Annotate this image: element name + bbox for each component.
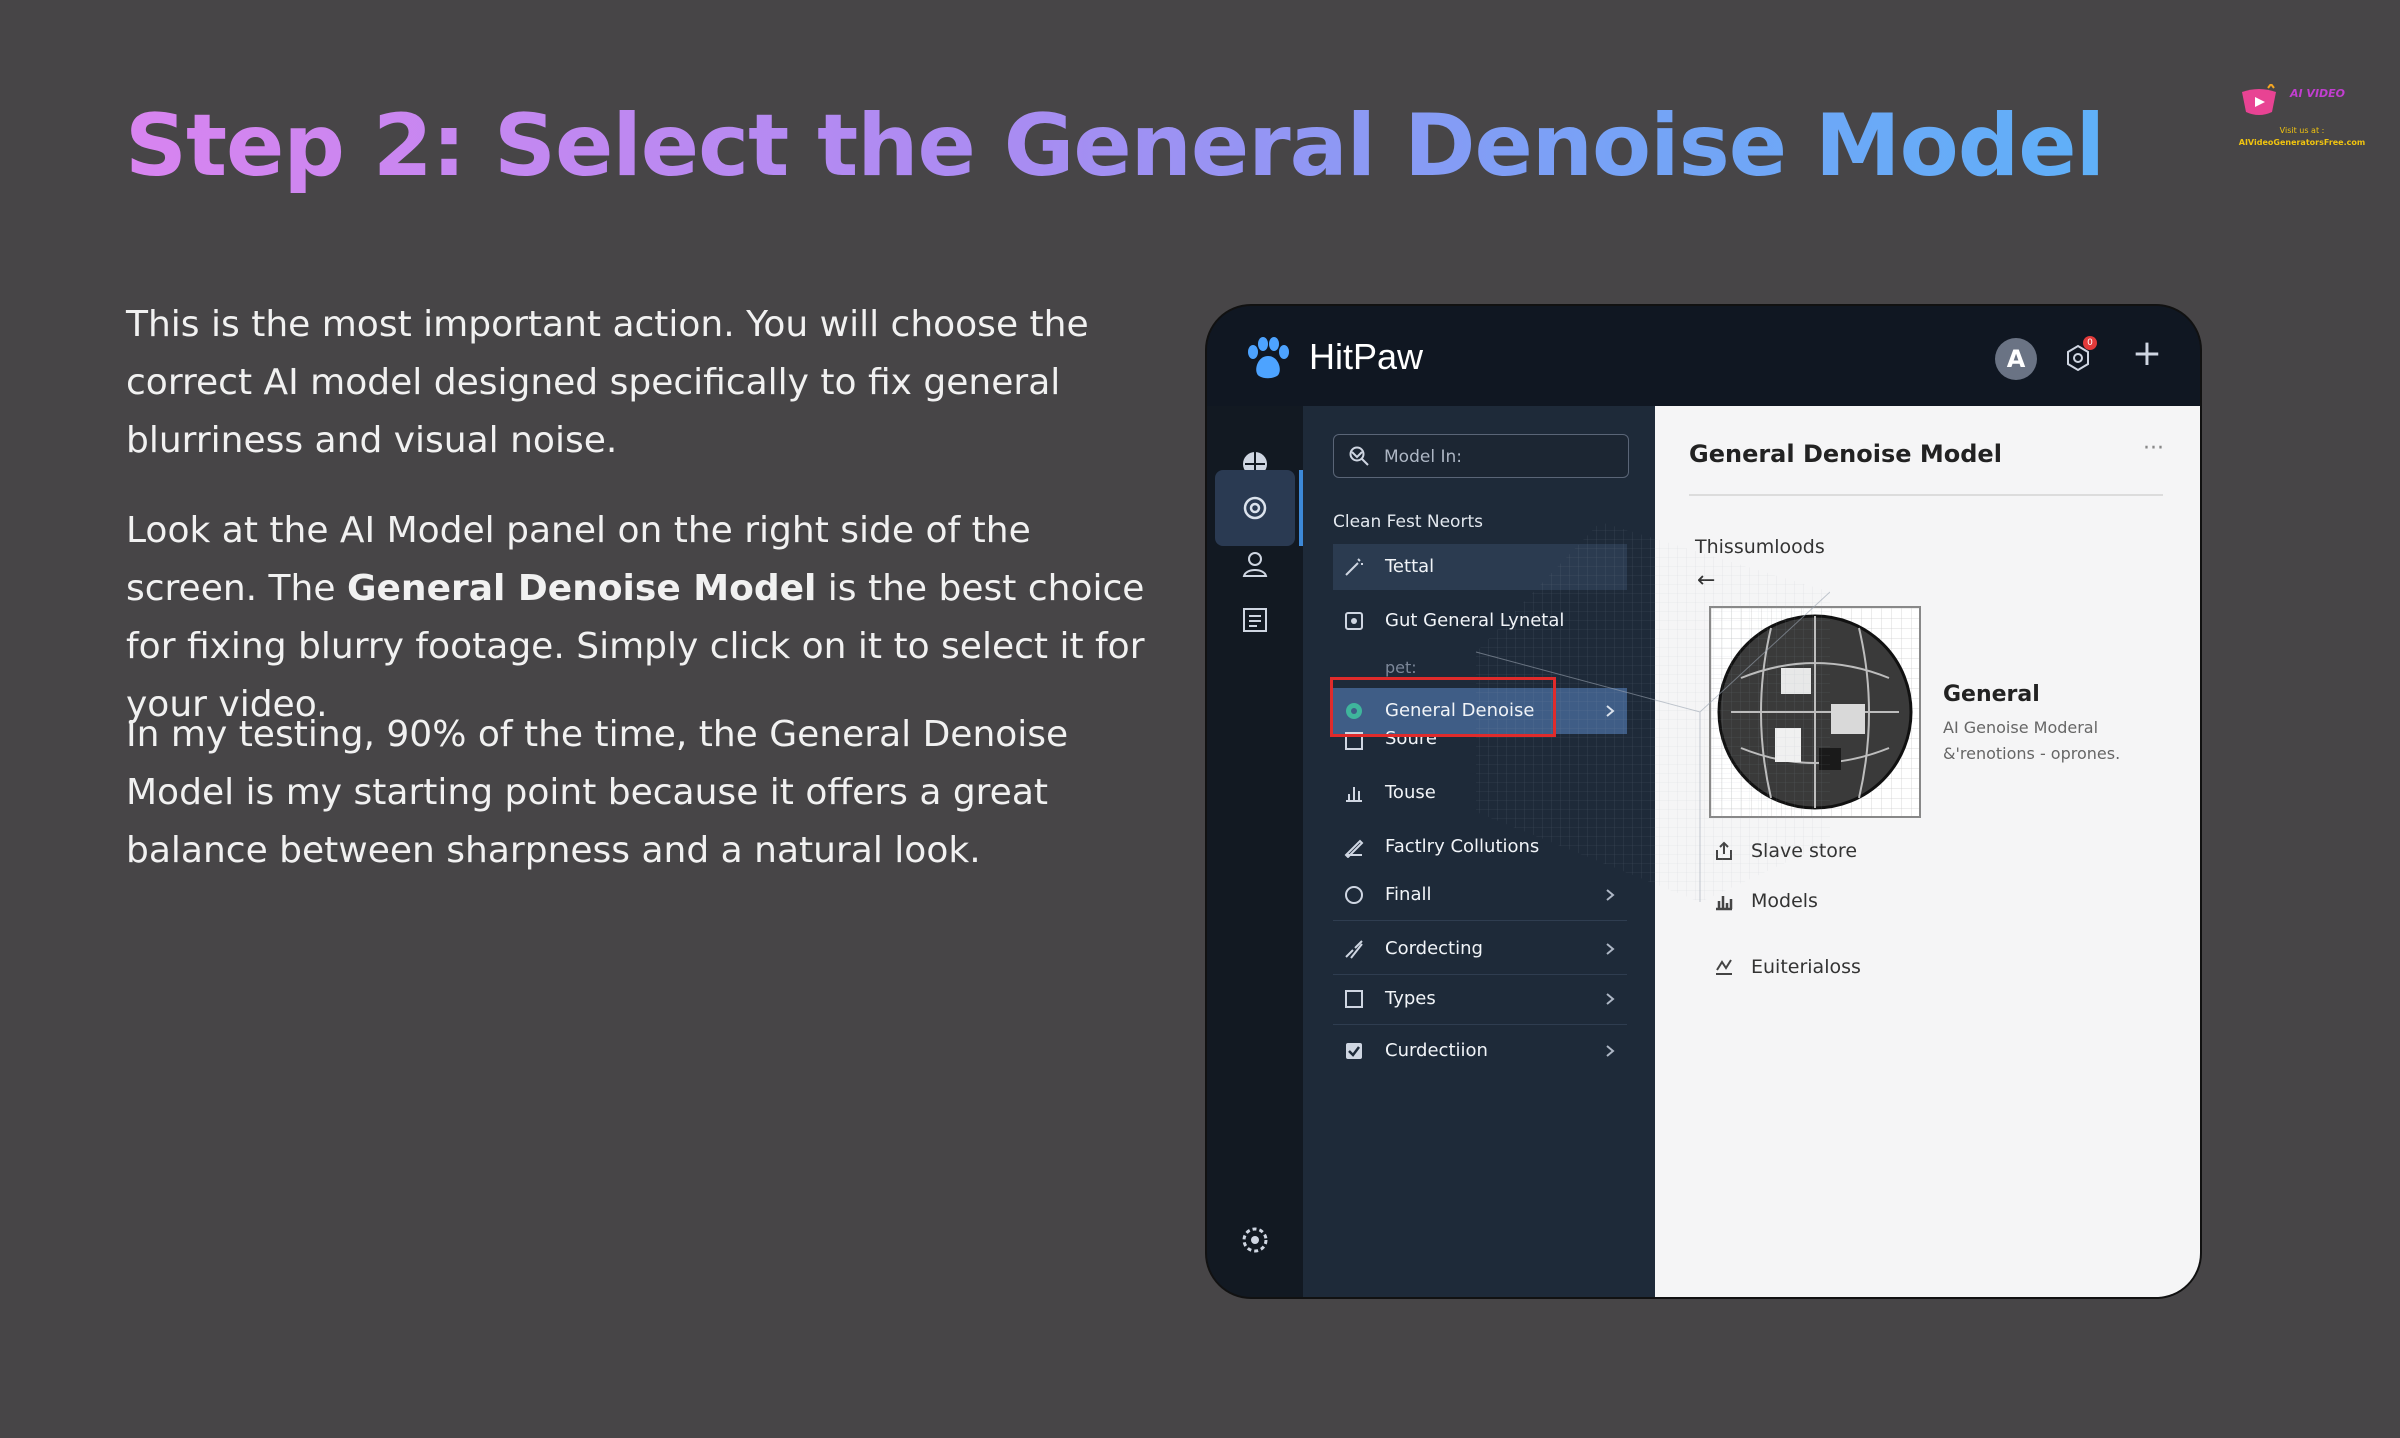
chevron-right-icon bbox=[1606, 1045, 1615, 1057]
chart-icon bbox=[1346, 787, 1362, 802]
divider bbox=[1333, 1024, 1627, 1025]
menu-item-label: Touse bbox=[1385, 782, 1436, 803]
section-label: Clean Fest Neorts bbox=[1333, 512, 1483, 532]
menu-item-types[interactable]: Types bbox=[1333, 976, 1627, 1022]
paragraph-instructions-bold: General Denoise Model bbox=[346, 568, 817, 609]
paragraph-intro: This is the most important action. You w… bbox=[126, 304, 1089, 461]
menu-item-factlry[interactable]: Factlry Collutions bbox=[1333, 824, 1627, 870]
back-arrow-icon[interactable]: ← bbox=[1697, 568, 1715, 593]
menu-item-touse[interactable]: Touse bbox=[1333, 770, 1627, 816]
frame-icon bbox=[1345, 612, 1363, 630]
menu-item-label: Types bbox=[1385, 988, 1436, 1009]
chevron-right-icon bbox=[1606, 943, 1615, 955]
divider bbox=[1333, 974, 1627, 975]
panel-section-label: Thissumloods bbox=[1695, 536, 1825, 558]
chevron-right-icon bbox=[1606, 705, 1615, 717]
menu-item-label: Finall bbox=[1385, 884, 1432, 905]
model-description-line1: AI Genoise Moderal bbox=[1943, 718, 2099, 737]
divider bbox=[1333, 920, 1627, 921]
model-menu: Clean Fest Neorts Tettal Gut General Lyn… bbox=[1303, 406, 1655, 1297]
pen-icon bbox=[1344, 839, 1364, 858]
app-name: HitPaw bbox=[1309, 336, 1424, 377]
menu-item-label: Cordecting bbox=[1385, 938, 1483, 959]
paragraph-testing: In my testing, 90% of the time, the Gene… bbox=[126, 714, 1069, 871]
paw-logo-icon bbox=[1248, 337, 1289, 379]
chevron-right-icon bbox=[1606, 993, 1615, 1005]
model-detail-panel: General Denoise Model ··· Thissumloods ←… bbox=[1655, 406, 2200, 1297]
menu-item-label: Tettal bbox=[1385, 556, 1435, 577]
menu-item-tettal[interactable]: Tettal bbox=[1333, 544, 1627, 590]
link-label: Euiterialoss bbox=[1751, 956, 1861, 978]
menu-item-label: Curdectiion bbox=[1385, 1040, 1488, 1061]
checkbox-checked-icon bbox=[1346, 1043, 1362, 1059]
menu-item-curdectiion[interactable]: Curdectiion bbox=[1333, 1028, 1627, 1074]
notification-badge: 0 bbox=[2083, 336, 2097, 350]
logo-url: AIVideoGeneratorsFree.com bbox=[2238, 138, 2366, 147]
site-logo: AI VIDEO Visit us at : AIVideoGenerators… bbox=[2230, 74, 2370, 154]
app-topbar: HitPaw A 0 + bbox=[1207, 306, 2200, 406]
avatar[interactable]: A bbox=[1995, 338, 2037, 380]
person-icon bbox=[1242, 552, 1268, 577]
paragraph-instructions: Look at the AI Model panel on the right … bbox=[126, 502, 1146, 734]
brush-icon bbox=[1345, 940, 1363, 959]
left-rail bbox=[1207, 406, 1303, 1297]
chevron-down-icon[interactable] bbox=[1348, 445, 1366, 463]
list-icon bbox=[1243, 608, 1267, 632]
chevron-right-icon bbox=[1606, 889, 1615, 901]
model-description-line2: &'renotions - oprones. bbox=[1943, 744, 2121, 763]
menu-item-cordecting[interactable]: Cordecting bbox=[1333, 926, 1627, 972]
menu-item-label: Factlry Collutions bbox=[1385, 836, 1540, 857]
gear-icon bbox=[1243, 496, 1267, 520]
panel-title: General Denoise Model bbox=[1689, 440, 2002, 468]
link-label: Models bbox=[1751, 890, 1818, 912]
rail-item-list[interactable] bbox=[1215, 582, 1295, 658]
circle-icon bbox=[1345, 886, 1363, 904]
cog-icon bbox=[1242, 1227, 1268, 1253]
menu-item-finall[interactable]: Finall bbox=[1333, 872, 1627, 918]
menu-item-label: Gut General Lynetal bbox=[1385, 610, 1565, 631]
rail-item-bottom-settings[interactable] bbox=[1215, 1202, 1295, 1278]
model-sphere-image bbox=[1709, 606, 1921, 818]
slide-title: Step 2: Select the General Denoise Model bbox=[125, 96, 2105, 196]
menu-item-gut-general[interactable]: Gut General Lynetal bbox=[1333, 598, 1627, 644]
share-icon bbox=[1716, 841, 1732, 860]
link-label: Slave store bbox=[1751, 840, 1858, 862]
panel-divider bbox=[1689, 494, 2163, 496]
logo-brand: AI VIDEO bbox=[2290, 87, 2346, 100]
logo-visit-text: Visit us at : bbox=[2279, 126, 2325, 135]
bar-chart-icon bbox=[1716, 896, 1733, 911]
wand-icon bbox=[1345, 558, 1363, 576]
refresh-icon bbox=[1716, 959, 1732, 975]
highlight-box bbox=[1330, 677, 1556, 737]
menu-item-sublabel: pet: bbox=[1385, 658, 1417, 677]
model-name: General bbox=[1943, 682, 2040, 707]
add-button[interactable]: + bbox=[2127, 332, 2167, 376]
model-search[interactable] bbox=[1333, 434, 1629, 478]
more-options-icon[interactable]: ··· bbox=[2143, 436, 2164, 461]
search-input[interactable] bbox=[1382, 443, 1586, 471]
hitpaw-app-window: HitPaw A 0 + Model In: Clean Fest Neorts… bbox=[1207, 306, 2200, 1297]
checkbox-icon bbox=[1345, 990, 1363, 1008]
logo-mark-icon bbox=[2242, 84, 2276, 115]
